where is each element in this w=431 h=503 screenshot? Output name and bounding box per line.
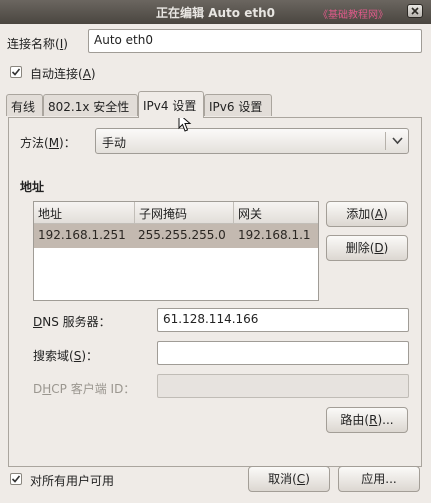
column-header-address[interactable]: 地址 xyxy=(34,202,135,223)
dhcp-client-id-input xyxy=(157,374,409,398)
check-icon xyxy=(11,475,21,483)
add-button[interactable]: 添加(A) xyxy=(326,201,408,227)
editor-window: 正在编辑 Auto eth0 《基础教程网》 连接名称(I) Auto eth0… xyxy=(0,0,431,503)
all-users-checkbox[interactable] xyxy=(10,473,22,485)
address-table[interactable]: 地址 子网掩码 网关 192.168.1.251 255.255.255.0 1… xyxy=(33,201,319,301)
auto-connect-checkbox[interactable] xyxy=(10,66,22,78)
address-table-header: 地址 子网掩码 网关 xyxy=(34,202,318,224)
close-icon xyxy=(411,7,419,15)
routes-button[interactable]: 路由(R)... xyxy=(326,407,408,433)
column-header-netmask[interactable]: 子网掩码 xyxy=(135,202,234,223)
method-value: 手动 xyxy=(102,136,127,150)
column-header-gateway[interactable]: 网关 xyxy=(234,202,318,223)
tab-ipv4-settings[interactable]: IPv4 设置 xyxy=(138,91,204,118)
dns-servers-label: DNS 服务器： xyxy=(33,315,111,329)
auto-connect-label: 自动连接(A) xyxy=(30,67,96,81)
dialog-body: 连接名称(I) Auto eth0 自动连接(A) 有线 802.1x 安全性 … xyxy=(0,24,431,503)
table-row[interactable]: 192.168.1.251 255.255.255.0 192.168.1.1 xyxy=(34,224,318,248)
apply-button[interactable]: 应用... xyxy=(338,466,420,492)
connection-name-input[interactable]: Auto eth0 xyxy=(88,29,422,53)
search-domains-label: 搜索域(S)： xyxy=(33,349,98,363)
check-icon xyxy=(11,68,21,76)
address-section-title: 地址 xyxy=(20,180,45,194)
tab-8021x-security[interactable]: 802.1x 安全性 xyxy=(43,94,138,116)
cell-address: 192.168.1.251 xyxy=(38,228,126,242)
dhcp-client-id-label: DHCP 客户端 ID： xyxy=(33,382,136,396)
chevron-down-icon xyxy=(392,137,403,145)
dns-servers-input[interactable]: 61.128.114.166 xyxy=(157,308,409,332)
tab-ipv6-settings[interactable]: IPv6 设置 xyxy=(204,94,272,116)
all-users-label: 对所有用户可用 xyxy=(30,474,115,488)
delete-button[interactable]: 删除(D) xyxy=(326,235,408,261)
cell-gateway: 192.168.1.1 xyxy=(238,228,311,242)
method-label: 方法(M)： xyxy=(20,136,76,150)
tab-wired[interactable]: 有线 xyxy=(6,94,43,116)
cancel-button[interactable]: 取消(C) xyxy=(248,466,330,492)
close-button[interactable] xyxy=(407,4,423,18)
title-bar: 正在编辑 Auto eth0 《基础教程网》 xyxy=(0,0,431,25)
watermark-text: 《基础教程网》 xyxy=(318,10,388,21)
method-select[interactable]: 手动 xyxy=(95,128,409,154)
search-domains-input[interactable] xyxy=(157,341,409,365)
cell-netmask: 255.255.255.0 xyxy=(138,228,226,242)
connection-name-label: 连接名称(I) xyxy=(7,37,68,51)
